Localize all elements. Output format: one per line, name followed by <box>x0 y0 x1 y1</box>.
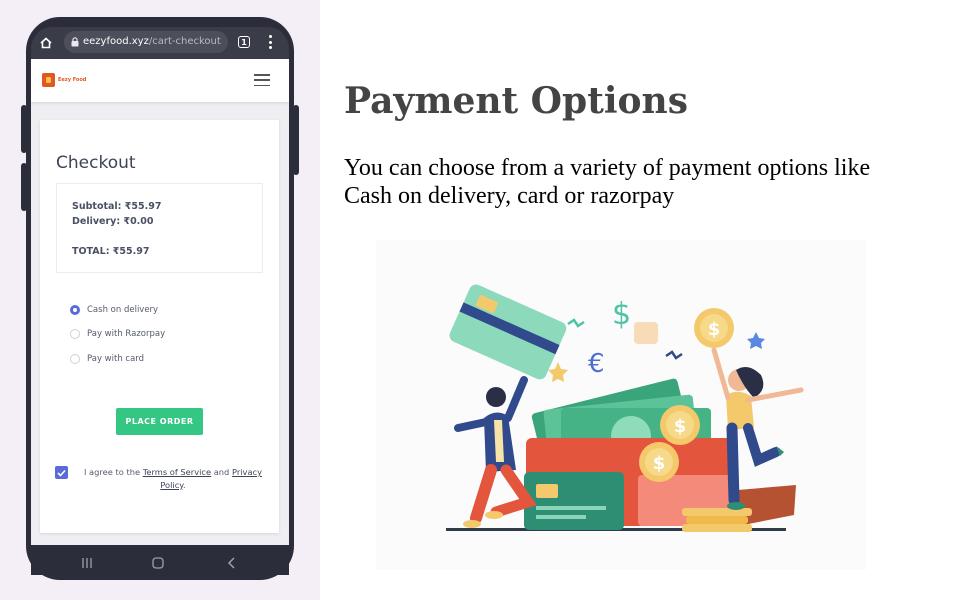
agree-text: I agree to the Terms of Service and Priv… <box>80 466 266 492</box>
place-order-button[interactable]: PLACE ORDER <box>116 408 203 435</box>
payment-option-label: Cash on delivery <box>87 305 159 315</box>
home-icon[interactable] <box>39 35 53 54</box>
web-page: Eezy Food Checkout Subtotal: ₹55.97 Deli… <box>31 59 289 545</box>
site-logo[interactable]: Eezy Food <box>42 73 86 87</box>
euro-sign-icon: € <box>588 349 605 379</box>
browser-bar: eezyfood.xyz/cart-checkout 1 <box>31 27 289 59</box>
checkout-title: Checkout <box>56 153 136 173</box>
url-host: eezyfood.xyz <box>83 36 149 47</box>
svg-text:$: $ <box>653 453 666 474</box>
recent-apps-icon[interactable] <box>81 554 93 573</box>
radio-unselected[interactable] <box>70 354 80 364</box>
lock-icon <box>71 37 79 47</box>
svg-text:$: $ <box>674 416 687 437</box>
thumbs-up-icon <box>634 322 658 344</box>
android-nav-bar <box>31 545 289 575</box>
agree-prefix: I agree to the <box>83 467 143 477</box>
phone-screen: eezyfood.xyz/cart-checkout 1 Eezy Food C… <box>31 27 289 545</box>
total-text: TOTAL: ₹55.97 <box>72 246 150 257</box>
payment-illustration: $ $ $ $ € <box>376 240 866 570</box>
browser-menu-icon[interactable] <box>268 35 272 49</box>
tab-count-icon[interactable]: 1 <box>238 36 250 48</box>
home-button-icon[interactable] <box>152 554 164 573</box>
hamburger-menu-icon[interactable] <box>254 74 270 86</box>
payment-option-cash[interactable]: Cash on delivery <box>70 305 158 315</box>
slide-description: You can choose from a variety of payment… <box>344 155 871 209</box>
site-header: Eezy Food <box>31 59 289 102</box>
url-path: /cart-checkout <box>148 36 221 47</box>
logo-text: Eezy Food <box>58 77 87 83</box>
order-summary: Subtotal: ₹55.97 Delivery: ₹0.00 TOTAL: … <box>56 183 263 273</box>
dollar-sign-icon: $ <box>612 297 631 332</box>
radio-selected[interactable] <box>70 305 80 315</box>
terms-link[interactable]: Terms of Service <box>143 467 211 477</box>
back-icon[interactable] <box>226 554 238 573</box>
payment-option-razorpay[interactable]: Pay with Razorpay <box>70 329 165 339</box>
checkout-card: Checkout Subtotal: ₹55.97 Delivery: ₹0.0… <box>40 120 279 533</box>
delivery-text: Delivery: ₹0.00 <box>72 216 154 227</box>
payment-option-card[interactable]: Pay with card <box>70 354 144 364</box>
svg-text:$: $ <box>708 319 721 340</box>
slide-heading: Payment Options <box>344 80 688 122</box>
subtotal-text: Subtotal: ₹55.97 <box>72 201 162 212</box>
checkmark-icon <box>57 469 66 477</box>
payment-option-label: Pay with Razorpay <box>87 329 166 339</box>
url-bar[interactable]: eezyfood.xyz/cart-checkout <box>64 31 228 53</box>
logo-icon <box>42 73 55 87</box>
agree-suffix: . <box>183 480 186 490</box>
agree-middle: and <box>211 467 232 477</box>
radio-unselected[interactable] <box>70 329 80 339</box>
agree-checkbox[interactable] <box>55 466 68 479</box>
payment-option-label: Pay with card <box>87 354 145 364</box>
